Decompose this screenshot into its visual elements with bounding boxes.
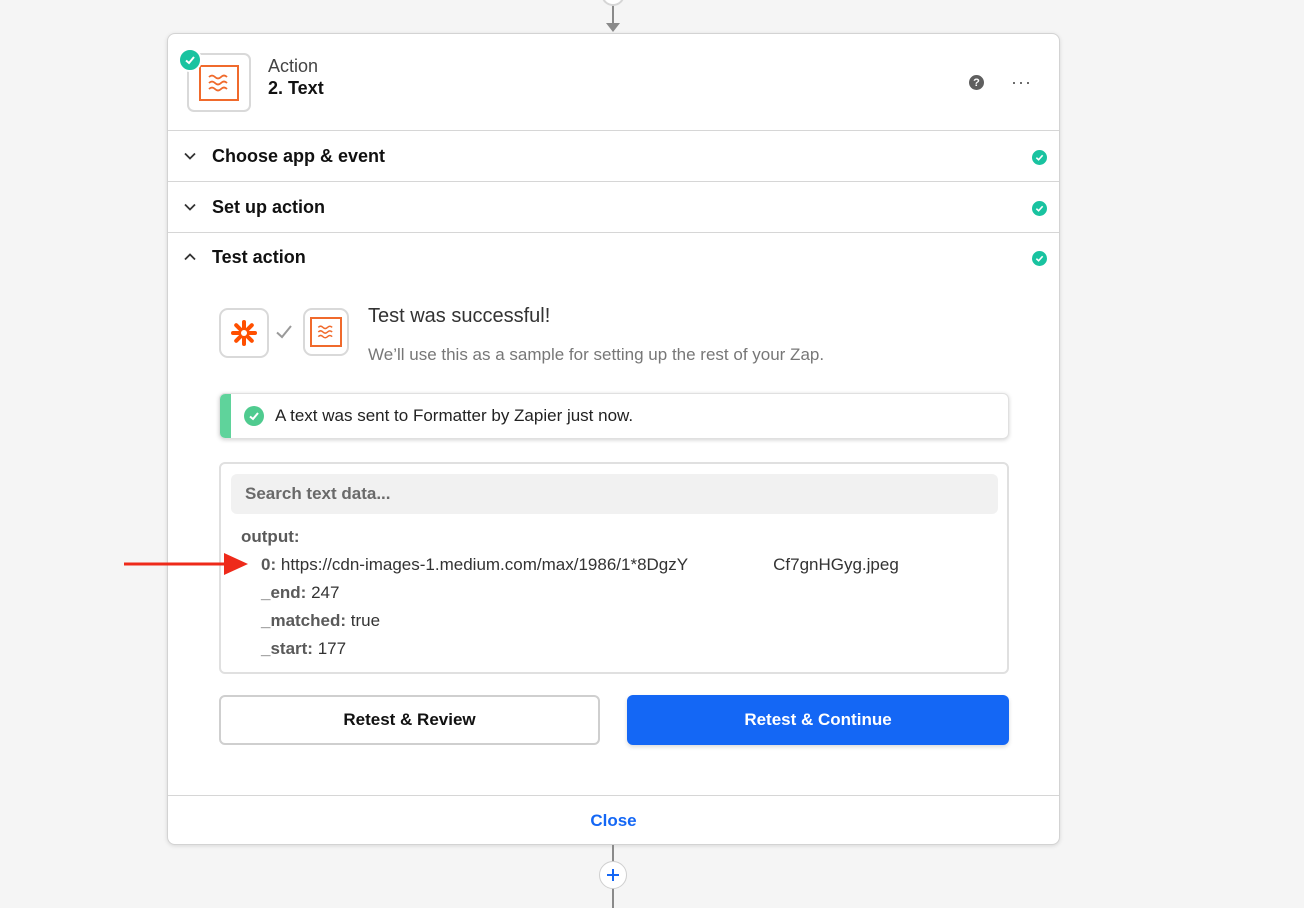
annotation-arrow-icon xyxy=(124,553,248,575)
section-label: Choose app & event xyxy=(212,146,386,166)
step-kind-label: Action xyxy=(268,56,319,76)
plus-icon xyxy=(607,869,619,881)
test-success-subtitle: We’ll use this as a sample for setting u… xyxy=(368,345,825,364)
chevron-down-icon xyxy=(184,152,196,160)
alert-accent-bar xyxy=(220,394,231,438)
formatter-icon xyxy=(303,308,349,356)
help-icon[interactable]: ? xyxy=(969,75,984,90)
output-row[interactable]: 0: https://cdn-images-1.medium.com/max/1… xyxy=(261,555,899,575)
section-set-up-action[interactable]: Set up action xyxy=(168,183,1059,233)
output-row[interactable]: _matched: true xyxy=(261,611,380,631)
add-step-top-button[interactable] xyxy=(601,0,625,6)
zapier-app-icon xyxy=(219,308,269,358)
section-complete-check-icon xyxy=(1032,251,1047,266)
section-complete-check-icon xyxy=(1032,150,1047,165)
section-complete-check-icon xyxy=(1032,201,1047,216)
success-alert: A text was sent to Formatter by Zapier j… xyxy=(219,393,1009,439)
step-complete-check-icon xyxy=(178,48,202,72)
retest-continue-button[interactable]: Retest & Continue xyxy=(627,695,1009,745)
output-row[interactable]: _end: 247 xyxy=(261,583,339,603)
step-card: Action 2. Text ? ··· Choose app & event … xyxy=(167,33,1060,845)
more-options-icon[interactable]: ··· xyxy=(1011,72,1032,93)
chevron-down-icon xyxy=(184,203,196,211)
step-header[interactable]: Action 2. Text ? ··· xyxy=(168,34,1059,131)
test-data-panel: output: 0: https://cdn-images-1.medium.c… xyxy=(219,462,1009,674)
output-label: output: xyxy=(241,527,300,546)
formatter-icon xyxy=(199,64,239,101)
card-footer: Close xyxy=(168,795,1059,845)
test-success-title: Test was successful! xyxy=(368,305,551,327)
section-test-action[interactable]: Test action xyxy=(168,233,1059,283)
connector-arrow-icon xyxy=(606,23,620,32)
add-step-button[interactable] xyxy=(599,861,627,889)
output-row[interactable]: _start: 177 xyxy=(261,639,346,659)
section-choose-app-event[interactable]: Choose app & event xyxy=(168,132,1059,182)
section-label: Set up action xyxy=(212,197,326,217)
step-title[interactable]: 2. Text xyxy=(268,78,324,99)
search-text-data-input[interactable] xyxy=(231,474,998,514)
success-check-icon xyxy=(244,406,264,426)
section-label: Test action xyxy=(212,247,306,267)
checkmark-icon xyxy=(276,325,292,339)
chevron-up-icon xyxy=(184,253,196,261)
retest-review-button[interactable]: Retest & Review xyxy=(219,695,600,745)
alert-text: A text was sent to Formatter by Zapier j… xyxy=(275,406,634,425)
close-button[interactable]: Close xyxy=(590,811,636,831)
